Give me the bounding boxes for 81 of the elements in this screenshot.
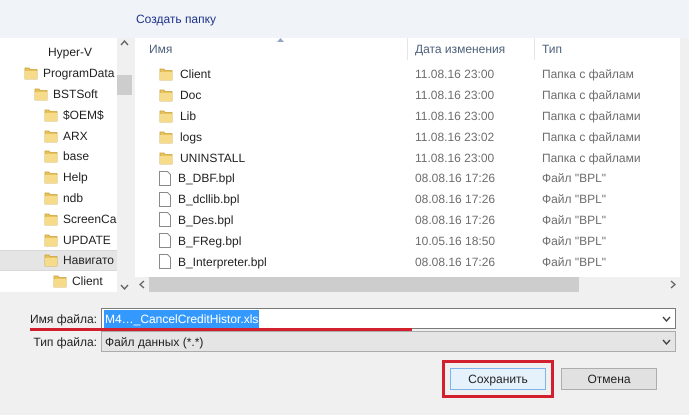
column-header[interactable]: Тип (534, 38, 680, 60)
folder-icon (34, 86, 48, 101)
type-cell-text: Папка с файлами (541, 108, 641, 125)
folder-icon (24, 66, 38, 80)
file-icon (159, 170, 171, 186)
date-cell-text: 11.08.16 23:00 (414, 108, 496, 125)
file-name-cell[interactable]: Doc (180, 86, 202, 104)
folder-icon (53, 274, 67, 288)
file-icon (159, 233, 171, 248)
tree-item[interactable]: BSTSoft (0, 84, 117, 104)
file-icon (159, 254, 171, 270)
type-cell-text: Папка с файлами (541, 87, 641, 104)
file-name-cell[interactable]: logs (180, 128, 202, 146)
folder-icon (44, 253, 58, 268)
date-cell-text: 10.05.16 18:50 (414, 232, 496, 250)
tree-item[interactable]: base (0, 146, 117, 167)
tree-item[interactable]: Client (0, 270, 117, 292)
date-cell-text: 08.08.16 17:26 (414, 191, 496, 208)
folder-icon (44, 190, 58, 205)
tree-scrollbar[interactable] (117, 38, 132, 292)
file-type-label: Тип файла: (32, 334, 98, 350)
type-cell-text: Папка с файлами (541, 128, 641, 146)
scroll-left-icon[interactable] (139, 280, 145, 289)
dropdown-caret-icon[interactable] (662, 338, 671, 344)
file-name-cell[interactable]: B_FReg.bpl (178, 232, 242, 250)
file-icon (159, 192, 171, 207)
folder-icon (44, 108, 58, 122)
date-cell-text: 11.08.16 23:00 (414, 87, 496, 104)
folder-icon (44, 212, 58, 226)
folder-icon (159, 150, 173, 165)
tree-item[interactable]: Hyper-V (0, 42, 117, 63)
scroll-down-icon[interactable] (120, 284, 129, 290)
file-name-cell[interactable]: UNINSTALL (180, 148, 246, 167)
column-header[interactable]: Имя (135, 38, 407, 60)
type-cell-text: Файл "BPL" (541, 191, 606, 208)
folder-icon (159, 130, 173, 144)
file-name-cell[interactable]: B_Interpreter.bpl (178, 252, 267, 271)
date-cell-text: 11.08.16 23:00 (414, 150, 496, 167)
type-cell-text: Файл "BPL" (541, 254, 606, 271)
type-cell-text: Файл "BPL" (541, 212, 606, 229)
date-cell-text: 11.08.16 23:00 (414, 66, 496, 84)
file-icon (159, 212, 171, 228)
scroll-right-icon[interactable] (670, 280, 676, 289)
date-cell-text: 08.08.16 17:26 (414, 170, 496, 188)
file-name-cell[interactable]: Client (180, 65, 211, 84)
type-cell-text: Папка с файлам (541, 66, 634, 84)
save-button[interactable]: Сохранить (450, 368, 546, 390)
folder-icon (44, 232, 58, 247)
tree-item[interactable]: ARX (0, 125, 117, 146)
file-name-cell[interactable]: B_Des.bpl (178, 210, 234, 229)
column-header[interactable]: Дата изменения (407, 38, 534, 60)
folder-icon (159, 108, 173, 123)
file-name-cell[interactable]: B_dcllib.bpl (178, 190, 240, 208)
file-name-cell[interactable]: B_DBF.bpl (178, 169, 235, 188)
folder-icon (159, 88, 173, 102)
date-cell-text: 08.08.16 17:26 (414, 254, 496, 271)
tree-item[interactable]: ProgramData (0, 62, 117, 84)
new-folder-button[interactable]: Создать папку (136, 10, 216, 28)
tree-item[interactable]: ndb (0, 188, 117, 208)
scrollbar-thumb[interactable] (117, 75, 132, 95)
cancel-button[interactable]: Отмена (561, 368, 657, 390)
sort-arrow-icon (277, 38, 284, 42)
folder-icon (44, 170, 58, 184)
tree-item[interactable]: UPDATE (0, 229, 117, 250)
file-name-cell[interactable]: Lib (180, 106, 196, 125)
type-cell-text: Файл "BPL" (541, 232, 606, 250)
type-cell-text: Папка с файлами (541, 150, 641, 167)
tree-item[interactable]: Навигато (0, 250, 117, 271)
type-cell-text: Файл "BPL" (541, 170, 606, 188)
dropdown-caret-icon[interactable] (662, 316, 671, 322)
folder-icon (44, 128, 58, 143)
tree-item[interactable]: Help (0, 166, 117, 188)
tree-item[interactable]: ScreenCa (0, 208, 117, 230)
folder-icon (159, 67, 173, 82)
date-cell-text: 11.08.16 23:02 (414, 128, 496, 146)
file-name-label: Имя файла: (29, 310, 98, 328)
file-type-dropdown[interactable]: Файл данных (*.*) (101, 331, 676, 352)
folder-icon (44, 149, 58, 164)
tree-item[interactable]: $OEM$ (0, 104, 117, 126)
scroll-up-icon[interactable] (120, 40, 129, 46)
date-cell-text: 08.08.16 17:26 (414, 212, 496, 229)
